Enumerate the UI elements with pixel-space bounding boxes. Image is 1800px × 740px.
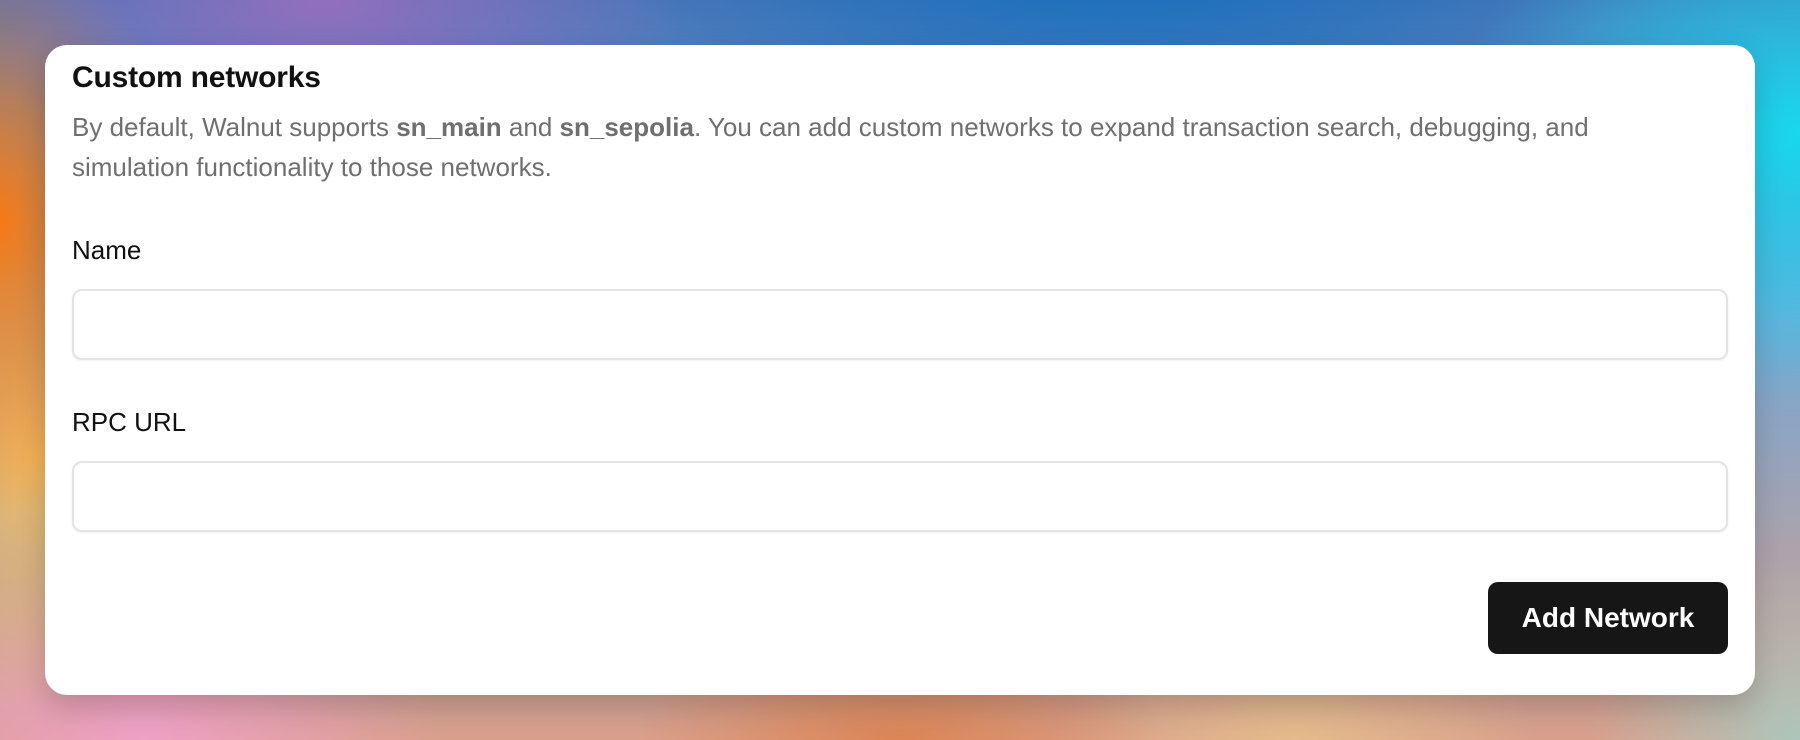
network-sn-sepolia: sn_sepolia	[559, 112, 694, 142]
network-sn-main: sn_main	[396, 112, 502, 142]
name-label: Name	[72, 235, 142, 265]
add-network-button[interactable]: Add Network	[1488, 582, 1728, 654]
section-description: By default, Walnut supports sn_main and …	[72, 107, 1672, 187]
section-title: Custom networks	[72, 61, 321, 94]
description-part-1: By default, Walnut supports	[72, 112, 397, 142]
name-input[interactable]	[72, 289, 1728, 360]
rpc-url-label: RPC URL	[72, 407, 187, 437]
description-part-2: and	[501, 112, 560, 142]
custom-networks-card: Custom networks By default, Walnut suppo…	[45, 45, 1755, 695]
rpc-url-input[interactable]	[72, 461, 1728, 532]
